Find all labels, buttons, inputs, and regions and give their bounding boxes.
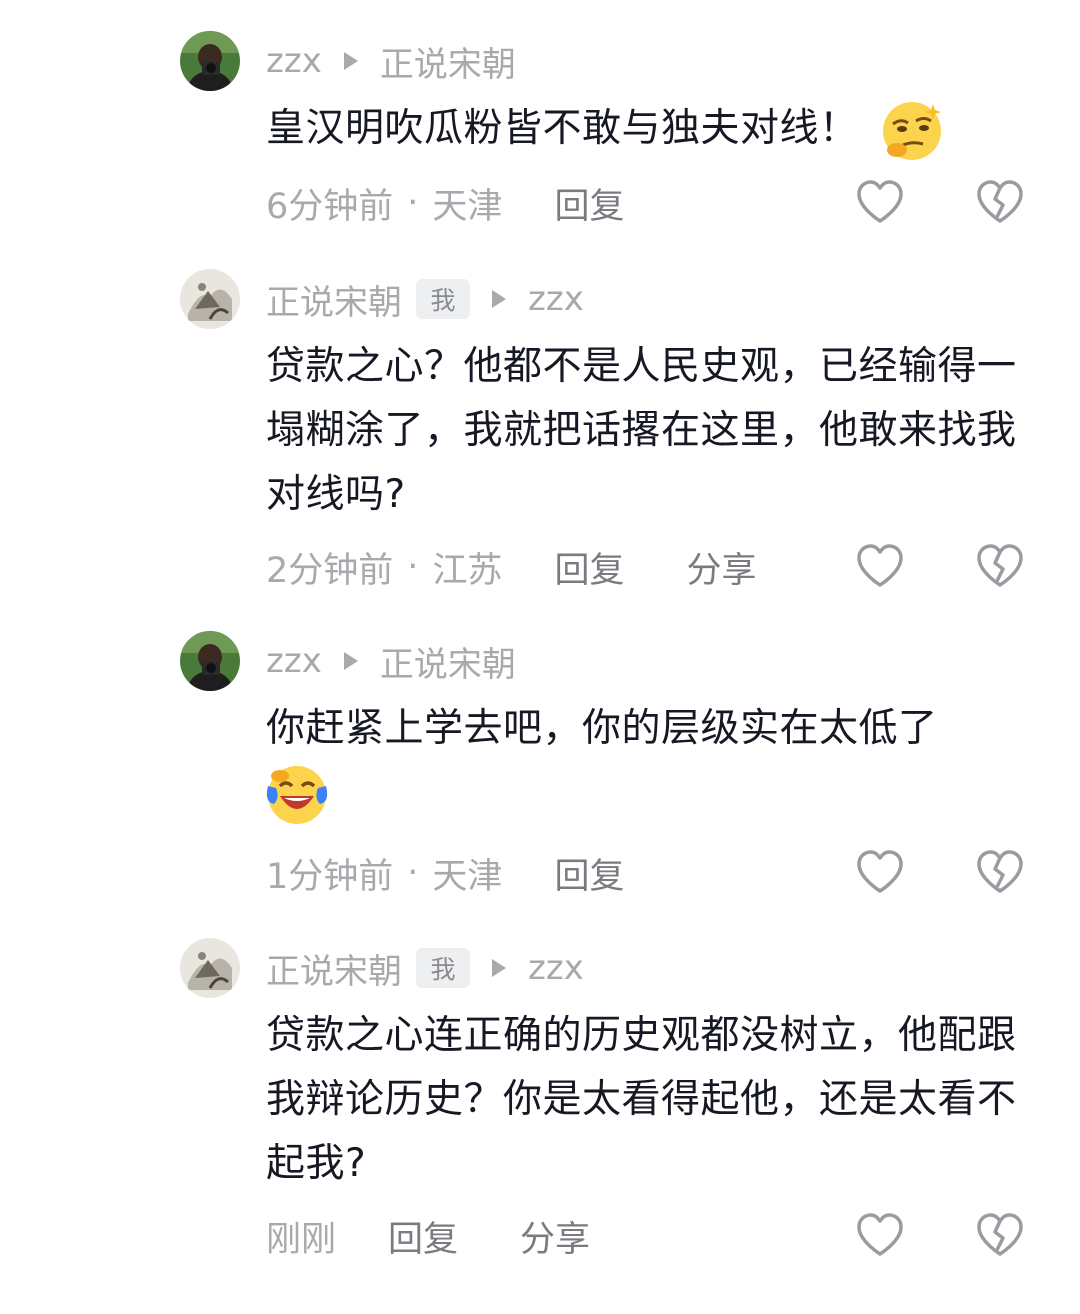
comment-header: zzx 正说宋朝 [266, 631, 516, 691]
comment-body: 你赶紧上学去吧，你的层级实在太低了 [266, 706, 938, 751]
comment-location: 天津 [432, 856, 503, 897]
broken-heart-icon[interactable] [974, 177, 1026, 229]
avatar[interactable] [180, 269, 240, 329]
comment-header: 正说宋朝 我 zzx [266, 938, 584, 998]
broken-heart-icon[interactable] [974, 847, 1026, 899]
comment-meta: 刚刚 回复 分享 [266, 1206, 590, 1266]
triangle-right-icon [343, 52, 358, 70]
me-badge: 我 [416, 948, 470, 988]
avatar[interactable] [180, 31, 240, 91]
author-name[interactable]: 正说宋朝 [266, 275, 402, 324]
triangle-right-icon [343, 652, 358, 670]
comment-time: 6分钟前 [266, 186, 394, 227]
dot-separator: · [407, 547, 419, 587]
share-button[interactable]: 分享 [686, 542, 756, 593]
author-name[interactable]: zzx [266, 641, 322, 681]
reply-to-name[interactable]: zzx [528, 279, 584, 319]
comment-time: 2分钟前 [266, 550, 394, 591]
heart-outline-icon[interactable] [854, 1210, 906, 1262]
comment-body: 皇汉明吹瓜粉皆不敢与独夫对线！ [266, 106, 859, 151]
broken-heart-icon[interactable] [974, 541, 1026, 593]
comment-meta: 2分钟前 · 江苏 回复 分享 [266, 537, 756, 597]
share-button[interactable]: 分享 [520, 1211, 590, 1262]
laugh-cry-emoji-icon [266, 764, 328, 826]
comment-time: 刚刚 [266, 1219, 337, 1260]
dot-separator: · [407, 853, 419, 893]
reply-button[interactable]: 回复 [388, 1211, 458, 1262]
triangle-right-icon [492, 290, 506, 308]
reply-to-name[interactable]: 正说宋朝 [380, 37, 516, 86]
reply-button[interactable]: 回复 [554, 178, 624, 229]
reply-button[interactable]: 回复 [554, 542, 624, 593]
avatar[interactable] [180, 938, 240, 998]
avatar[interactable] [180, 631, 240, 691]
triangle-right-icon [492, 959, 506, 977]
comment-time: 1分钟前 [266, 856, 394, 897]
comment-text: 贷款之心？他都不是人民史观，已经输得一塌糊涂了，我就把话撂在这里，他敢来找我对线… [266, 344, 1017, 517]
comment-location: 江苏 [432, 550, 503, 591]
reply-button[interactable]: 回复 [554, 848, 624, 899]
comment-header: zzx 正说宋朝 [266, 31, 516, 91]
dot-separator: · [407, 183, 419, 223]
author-name[interactable]: zzx [266, 41, 322, 81]
comment-location: 天津 [432, 186, 503, 227]
heart-outline-icon[interactable] [854, 177, 906, 229]
comment-text: 皇汉明吹瓜粉皆不敢与独夫对线！ [266, 97, 1036, 162]
comment-item: zzx 正说宋朝 皇汉明吹瓜粉皆不敢与独夫对线！ 6分钟前 · 天津 回复 [180, 31, 1060, 231]
comment-text: 你赶紧上学去吧，你的层级实在太低了 [266, 697, 1036, 826]
reply-to-name[interactable]: 正说宋朝 [380, 637, 516, 686]
author-name[interactable]: 正说宋朝 [266, 944, 402, 993]
heart-outline-icon[interactable] [854, 541, 906, 593]
comment-meta: 6分钟前 · 天津 回复 [266, 173, 624, 233]
comment-item: 正说宋朝 我 zzx 贷款之心？他都不是人民史观，已经输得一塌糊涂了，我就把话撂… [180, 269, 1060, 599]
heart-outline-icon[interactable] [854, 847, 906, 899]
smirk-emoji-icon [881, 100, 943, 162]
comment-header: 正说宋朝 我 zzx [266, 269, 584, 329]
comment-text: 贷款之心连正确的历史观都没树立，他配跟我辩论历史？你是太看得起他，还是太看不起我… [266, 1013, 1017, 1186]
broken-heart-icon[interactable] [974, 1210, 1026, 1262]
reply-to-name[interactable]: zzx [528, 948, 584, 988]
me-badge: 我 [416, 279, 470, 319]
comment-item: 正说宋朝 我 zzx 贷款之心连正确的历史观都没树立，他配跟我辩论历史？你是太看… [180, 938, 1060, 1268]
comment-item: zzx 正说宋朝 你赶紧上学去吧，你的层级实在太低了 1分钟前 · 天津 回复 [180, 631, 1060, 911]
comment-meta: 1分钟前 · 天津 回复 [266, 843, 624, 903]
